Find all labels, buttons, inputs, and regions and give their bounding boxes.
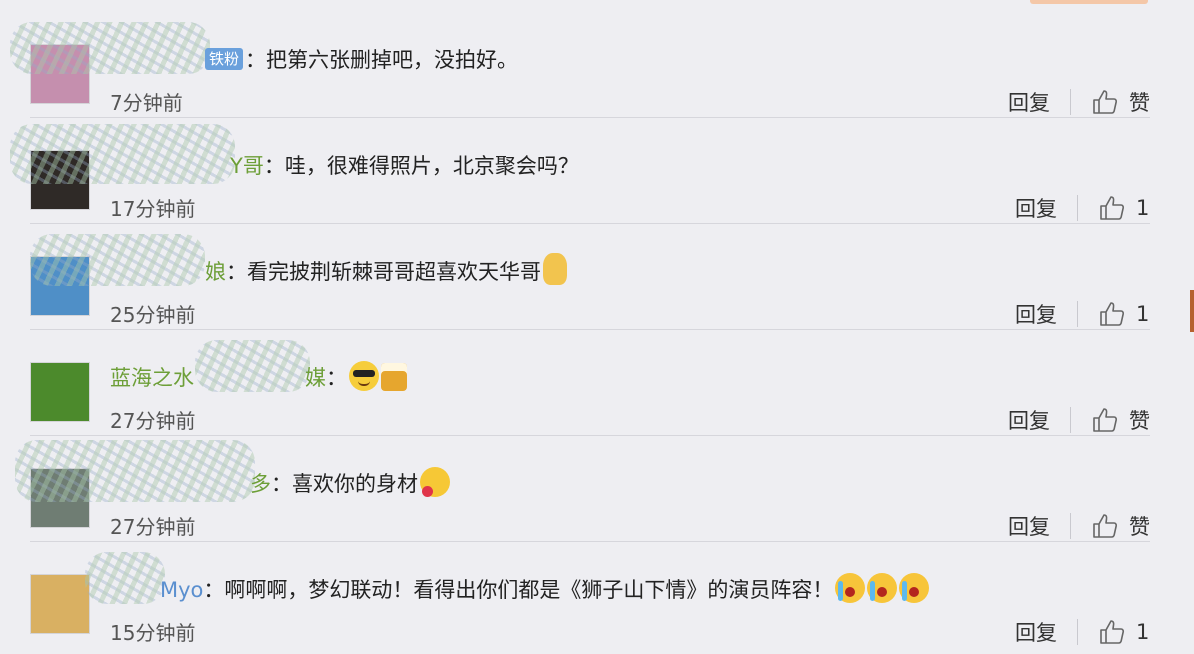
like-label: 赞 — [1129, 409, 1150, 433]
comment-time: 17分钟前 — [110, 197, 196, 221]
action-divider — [1077, 301, 1078, 327]
like-count: 1 — [1136, 302, 1150, 326]
comment-item: Y哥：哇，很难得照片，北京聚会吗？ 17分钟前 回复 1 — [0, 118, 1194, 224]
username-tail[interactable]: Y哥 — [230, 154, 264, 178]
action-divider — [1077, 619, 1078, 645]
action-divider — [1070, 89, 1071, 115]
action-divider — [1070, 407, 1071, 433]
comment-actions: 回复 赞 — [1008, 508, 1150, 544]
like-count: 1 — [1136, 620, 1150, 644]
username-part[interactable]: 蓝海之水 — [110, 366, 194, 390]
comment-body: 多：喜欢你的身材 — [250, 464, 450, 504]
comment-actions: 回复 赞 — [1008, 84, 1150, 120]
like-button[interactable]: 赞 — [1091, 405, 1150, 435]
username-tail[interactable]: Myo — [160, 578, 203, 602]
comment-time: 27分钟前 — [110, 515, 196, 539]
crying-emoji-icon — [835, 573, 866, 603]
like-button[interactable]: 1 — [1098, 194, 1150, 222]
comment-time: 7分钟前 — [110, 91, 183, 115]
avatar[interactable] — [30, 362, 90, 422]
reply-button[interactable]: 回复 — [1015, 299, 1057, 329]
username-blurred[interactable] — [30, 234, 205, 286]
comment-body: 娘：看完披荆斩棘哥哥超喜欢天华哥 — [205, 252, 567, 292]
action-divider — [1077, 195, 1078, 221]
comment-text: ：把第六张删掉吧，没拍好。 — [245, 48, 519, 72]
comment-text: ：哇，很难得照片，北京聚会吗？ — [263, 154, 579, 178]
thumb-up-icon — [1093, 514, 1118, 538]
reply-button[interactable]: 回复 — [1015, 617, 1057, 647]
thumb-up-icon — [1093, 90, 1118, 114]
fan-badge[interactable]: 铁粉 — [205, 48, 244, 70]
reply-button[interactable]: 回复 — [1008, 87, 1050, 117]
like-button[interactable]: 1 — [1098, 618, 1150, 646]
like-label: 赞 — [1129, 515, 1150, 539]
comment-item: 铁粉 ：把第六张删掉吧，没拍好。 7分钟前 回复 赞 — [0, 12, 1194, 118]
thumb-up-icon — [1100, 302, 1125, 326]
action-divider — [1070, 513, 1071, 539]
comment-body: Myo：啊啊啊，梦幻联动！看得出你们都是《狮子山下情》的演员阵容！ — [160, 570, 930, 610]
comment-time: 25分钟前 — [110, 303, 196, 327]
username-blurred[interactable] — [85, 552, 165, 604]
crying-emoji-icon — [899, 573, 930, 603]
like-button[interactable]: 赞 — [1091, 87, 1150, 117]
username-blurred[interactable] — [10, 22, 210, 74]
reply-button[interactable]: 回复 — [1015, 193, 1057, 223]
reply-button[interactable]: 回复 — [1008, 405, 1050, 435]
thumb-up-icon — [1100, 196, 1125, 220]
avatar[interactable] — [30, 574, 90, 634]
crying-emoji-icon — [867, 573, 898, 603]
thumbs-up-emoji-icon — [543, 253, 567, 285]
comment-body: Y哥：哇，很难得照片，北京聚会吗？ — [230, 146, 579, 186]
sunglasses-emoji-icon — [349, 361, 379, 391]
reply-button[interactable]: 回复 — [1008, 511, 1050, 541]
comment-text: ：看完披荆斩棘哥哥超喜欢天华哥 — [226, 260, 541, 284]
comment-body: 蓝海之水 — [110, 358, 194, 398]
comment-text: ： — [326, 366, 347, 390]
thumb-up-icon — [1100, 620, 1125, 644]
like-button[interactable]: 1 — [1098, 300, 1150, 328]
username-blurred[interactable] — [15, 440, 255, 502]
comment-actions: 回复 赞 — [1008, 402, 1150, 438]
comment-time: 15分钟前 — [110, 621, 196, 645]
like-count: 1 — [1136, 196, 1150, 220]
beer-emoji-icon — [381, 363, 407, 391]
drooling-emoji-icon — [420, 467, 450, 497]
top-tab-edge — [1030, 0, 1148, 4]
username-tail[interactable]: 多 — [250, 472, 271, 496]
username-tail[interactable]: 媒 — [305, 366, 326, 390]
username-blurred[interactable] — [195, 340, 310, 392]
comment-time: 27分钟前 — [110, 409, 196, 433]
comment-actions: 回复 1 — [1015, 296, 1150, 332]
comment-text: ：喜欢你的身材 — [271, 472, 418, 496]
like-label: 赞 — [1129, 91, 1150, 115]
username-blurred[interactable] — [10, 124, 235, 184]
comment-body: 媒： — [305, 358, 407, 398]
comment-actions: 回复 1 — [1015, 190, 1150, 226]
like-button[interactable]: 赞 — [1091, 511, 1150, 541]
comment-item: 多：喜欢你的身材 27分钟前 回复 赞 — [0, 436, 1194, 542]
comment-item: Myo：啊啊啊，梦幻联动！看得出你们都是《狮子山下情》的演员阵容！ 15分钟前 … — [0, 542, 1194, 648]
comment-text: ：啊啊啊，梦幻联动！看得出你们都是《狮子山下情》的演员阵容！ — [203, 578, 834, 602]
comment-item: 娘：看完披荆斩棘哥哥超喜欢天华哥 25分钟前 回复 1 — [0, 224, 1194, 330]
comment-item: 蓝海之水 媒： 27分钟前 回复 赞 — [0, 330, 1194, 436]
username-tail[interactable]: 娘 — [205, 260, 226, 284]
comment-body: 铁粉 ：把第六张删掉吧，没拍好。 — [205, 40, 518, 80]
thumb-up-icon — [1093, 408, 1118, 432]
comment-actions: 回复 1 — [1015, 614, 1150, 650]
